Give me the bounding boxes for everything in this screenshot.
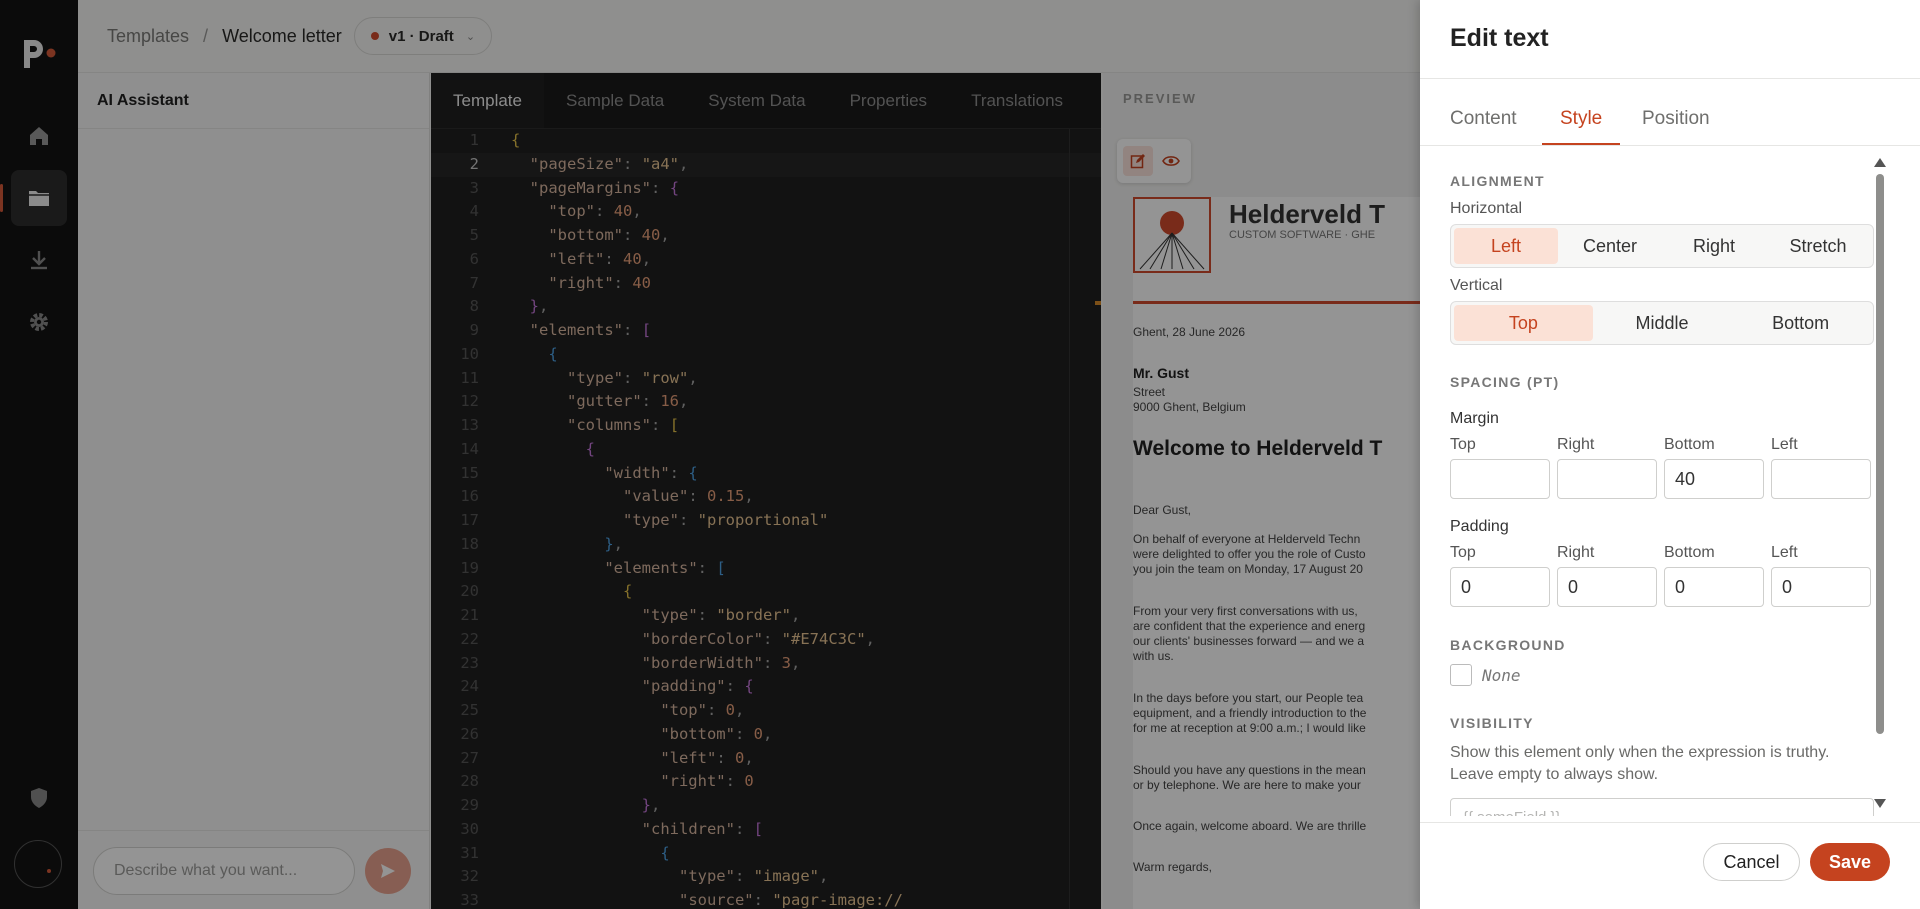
margin-bottom-label: Bottom xyxy=(1664,436,1715,453)
scroll-down-arrow[interactable] xyxy=(1874,799,1886,808)
padding-right-input[interactable]: 0 xyxy=(1557,567,1657,607)
drawer-footer-divider xyxy=(1420,822,1920,823)
save-button[interactable]: Save xyxy=(1810,843,1890,881)
drawer-divider xyxy=(1420,78,1920,79)
background-swatch[interactable] xyxy=(1450,664,1472,686)
padding-bottom-label: Bottom xyxy=(1664,544,1715,561)
valign-middle-option[interactable]: Middle xyxy=(1593,305,1732,341)
padding-top-input[interactable]: 0 xyxy=(1450,567,1550,607)
margin-left-label: Left xyxy=(1771,436,1798,453)
section-spacing: SPACING (PT) xyxy=(1450,374,1560,390)
vertical-alignment-control: Top Middle Bottom xyxy=(1450,301,1874,345)
visibility-expression-input[interactable]: {{ someField }} xyxy=(1450,798,1874,816)
drawer-scrollbar[interactable] xyxy=(1874,158,1886,808)
padding-left-label: Left xyxy=(1771,544,1798,561)
margin-top-input[interactable] xyxy=(1450,459,1550,499)
padding-label: Padding xyxy=(1450,518,1509,535)
margin-bottom-input[interactable]: 40 xyxy=(1664,459,1764,499)
valign-bottom-option[interactable]: Bottom xyxy=(1731,305,1870,341)
section-alignment: ALIGNMENT xyxy=(1450,173,1545,189)
section-visibility: VISIBILITY xyxy=(1450,715,1534,731)
tab-style[interactable]: Style xyxy=(1542,98,1621,146)
tab-position[interactable]: Position xyxy=(1642,98,1710,146)
cancel-button[interactable]: Cancel xyxy=(1703,843,1800,881)
padding-top-label: Top xyxy=(1450,544,1476,561)
scroll-up-arrow[interactable] xyxy=(1874,158,1886,167)
align-stretch-option[interactable]: Stretch xyxy=(1766,228,1870,264)
tab-content[interactable]: Content xyxy=(1450,98,1517,146)
visibility-help: Show this element only when the expressi… xyxy=(1450,744,1830,783)
edit-text-drawer: Edit text Content Style Position ALIGNME… xyxy=(1420,0,1920,909)
margin-label: Margin xyxy=(1450,410,1499,427)
background-value: None xyxy=(1482,666,1521,685)
style-form: ALIGNMENT Horizontal Left Center Right S… xyxy=(1450,146,1880,816)
margin-right-label: Right xyxy=(1557,436,1595,453)
horizontal-alignment-control: Left Center Right Stretch xyxy=(1450,224,1874,268)
align-left-option[interactable]: Left xyxy=(1454,228,1558,264)
section-background: BACKGROUND xyxy=(1450,637,1566,653)
drawer-tabs: Content Style Position xyxy=(1420,98,1920,146)
modal-scrim[interactable] xyxy=(0,0,1420,909)
align-right-option[interactable]: Right xyxy=(1662,228,1766,264)
valign-top-option[interactable]: Top xyxy=(1454,305,1593,341)
align-center-option[interactable]: Center xyxy=(1558,228,1662,264)
padding-left-input[interactable]: 0 xyxy=(1771,567,1871,607)
padding-bottom-input[interactable]: 0 xyxy=(1664,567,1764,607)
margin-top-label: Top xyxy=(1450,436,1476,453)
vertical-label: Vertical xyxy=(1450,277,1503,294)
margin-left-input[interactable] xyxy=(1771,459,1871,499)
drawer-title: Edit text xyxy=(1450,24,1549,52)
margin-right-input[interactable] xyxy=(1557,459,1657,499)
scroll-thumb[interactable] xyxy=(1876,174,1884,734)
horizontal-label: Horizontal xyxy=(1450,200,1523,217)
padding-right-label: Right xyxy=(1557,544,1595,561)
